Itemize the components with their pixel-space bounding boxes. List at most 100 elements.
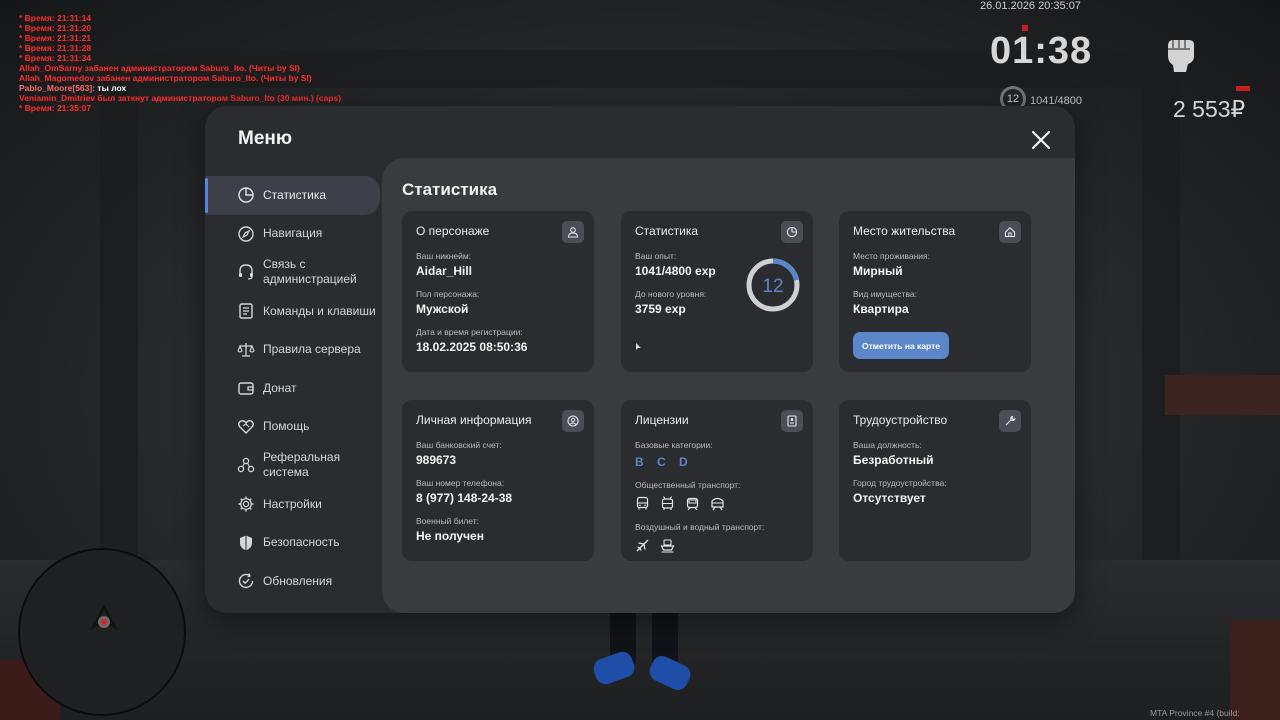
content-title: Статистика [402, 180, 498, 199]
chat-line: * Время: 21:31:14 [19, 13, 92, 23]
menu-title: Меню [238, 128, 293, 149]
sidebar-item-updates[interactable]: Обновления [205, 562, 380, 601]
metro-icon [711, 497, 724, 511]
bank-account-value: 989673 [416, 453, 457, 467]
shield-icon [240, 535, 252, 551]
chat-line: * Время: 21:31:28 [19, 43, 92, 53]
pie-chart-icon [238, 187, 254, 203]
card-title: Статистика [635, 224, 699, 238]
phone-number-value: 8 (977) 148-24-38 [416, 491, 513, 505]
player-arrow-icon [91, 605, 117, 630]
level-value: 12 [762, 276, 783, 297]
sidebar-item-rules[interactable]: Правила сервера [205, 330, 380, 369]
statistics-card: Статистика Ваш опыт: 1041/4800 exp До но… [621, 211, 813, 372]
sidebar-item-statistics[interactable]: Статистика [205, 176, 380, 215]
close-icon[interactable] [1027, 126, 1055, 154]
residence-value: Мирный [853, 264, 903, 278]
card-title: Личная информация [416, 413, 532, 427]
sidebar-item-label: Команды и клавиши [263, 303, 376, 318]
pie-chart-icon [781, 221, 803, 243]
property-type-value: Квартира [853, 302, 909, 316]
user-circle-icon [562, 410, 584, 432]
statistics-content: Статистика О персонаже Ваш никнейм: Aida… [382, 158, 1075, 613]
license-categories: B C D [635, 455, 693, 469]
licenses-card: Лицензии Базовые категории: B C D Общест… [621, 400, 813, 561]
bus-icon [636, 496, 649, 510]
job-city-value: Отсутствует [853, 491, 926, 505]
sidebar-item-contact-admin[interactable]: Связь с администрацией [205, 253, 380, 292]
wallet-icon [238, 382, 254, 395]
hud-money: 2 553₽ [1173, 96, 1246, 122]
background-object [1165, 375, 1280, 415]
gender-value: Мужской [416, 302, 469, 316]
background-object [1230, 620, 1280, 720]
card-title: Лицензии [635, 413, 689, 427]
sidebar-item-navigation[interactable]: Навигация [205, 215, 380, 254]
sidebar-item-donate[interactable]: Донат [205, 369, 380, 408]
hud-clock: 01:38 [990, 30, 1093, 72]
sidebar-item-label: Донат [263, 380, 297, 395]
sidebar-item-label: Правила сервера [263, 342, 361, 357]
sidebar-item-help[interactable]: Помощь [205, 408, 380, 447]
home-icon [999, 221, 1021, 243]
tram-icon [686, 497, 699, 511]
chat-line: Pablo_Moore[563]: ты лох [19, 83, 127, 93]
boat-icon [660, 539, 675, 553]
level-progress-ring: 12 [746, 258, 800, 312]
chat-line: Veniamin_Dmitriev был заткнут администра… [19, 93, 342, 103]
sidebar-item-settings[interactable]: Настройки [205, 485, 380, 524]
document-icon [239, 303, 253, 319]
field-label: Ваш банковский счет: [416, 440, 502, 450]
gear-icon [238, 496, 254, 512]
sidebar-item-label: Статистика [263, 187, 327, 202]
mouse-cursor-icon [636, 343, 641, 350]
sidebar-item-security[interactable]: Безопасность [205, 523, 380, 562]
chat-line: Allah_OmSarny забанен администратором Sa… [19, 63, 300, 73]
sidebar-item-label: Связь с администрацией [263, 257, 357, 287]
employment-card: Трудоустройство Ваша должность: Безработ… [839, 400, 1031, 561]
build-info: MTA Province #4 (build: 6.12422.9) [1150, 708, 1240, 720]
field-label: Вид имущества: [853, 289, 917, 299]
user-icon [562, 221, 584, 243]
field-label: Пол персонажа: [416, 289, 480, 299]
field-label: Город трудоустройства: [853, 478, 947, 488]
hud-indicator [1236, 86, 1250, 91]
chat-line: * Время: 21:31:34 [19, 53, 92, 63]
chat-line: * Время: 21:31:21 [19, 33, 92, 43]
scales-icon [237, 342, 255, 357]
card-title: О персонаже [416, 224, 490, 238]
trolleybus-icon [661, 496, 674, 510]
field-label: Общественный транспорт: [635, 480, 741, 490]
sidebar-item-commands[interactable]: Команды и клавиши [205, 292, 380, 331]
mark-on-map-button[interactable]: Отметить на карте [853, 332, 949, 359]
referral-icon [237, 458, 255, 473]
airplane-icon [636, 539, 649, 552]
field-label: Базовые категории: [635, 440, 713, 450]
heart-handshake-icon [238, 419, 254, 434]
sidebar-item-label: Настройки [263, 496, 322, 511]
card-title: Трудоустройство [853, 413, 948, 427]
nickname-value: Aidar_Hill [416, 264, 473, 278]
tools-icon [999, 410, 1021, 432]
registration-date-value: 18.02.2025 08:50:36 [416, 340, 528, 354]
military-id-value: Не получен [416, 529, 484, 543]
headset-icon [239, 264, 253, 281]
sidebar-item-referral[interactable]: Реферальная система [205, 446, 380, 485]
sidebar-item-label: Помощь [263, 419, 310, 434]
personal-info-card: Личная информация Ваш банковский счет: 9… [402, 400, 594, 561]
sidebar-item-label: Обновления [263, 573, 333, 588]
field-label: Дата и время регистрации: [416, 327, 523, 337]
chat-line: * Время: 21:31:20 [19, 23, 92, 33]
compass-icon [238, 226, 254, 242]
card-title: Место жительства [853, 224, 956, 238]
sidebar-nav: Статистика Навигация Связь с администрац… [205, 176, 380, 601]
field-label: Ваш номер телефона: [416, 478, 505, 488]
sidebar-item-label: Реферальная система [263, 450, 341, 480]
chat-log: * Время: 21:31:14 * Время: 21:31:20 * Вр… [19, 13, 341, 113]
residence-card: Место жительства Место проживания: Мирны… [839, 211, 1031, 372]
sidebar-item-label: Навигация [263, 226, 323, 241]
field-label: Ваш никнейм: [416, 251, 472, 261]
player-character [590, 610, 694, 694]
field-label: Ваша должность: [853, 440, 922, 450]
sidebar-item-label: Безопасность [263, 535, 340, 550]
